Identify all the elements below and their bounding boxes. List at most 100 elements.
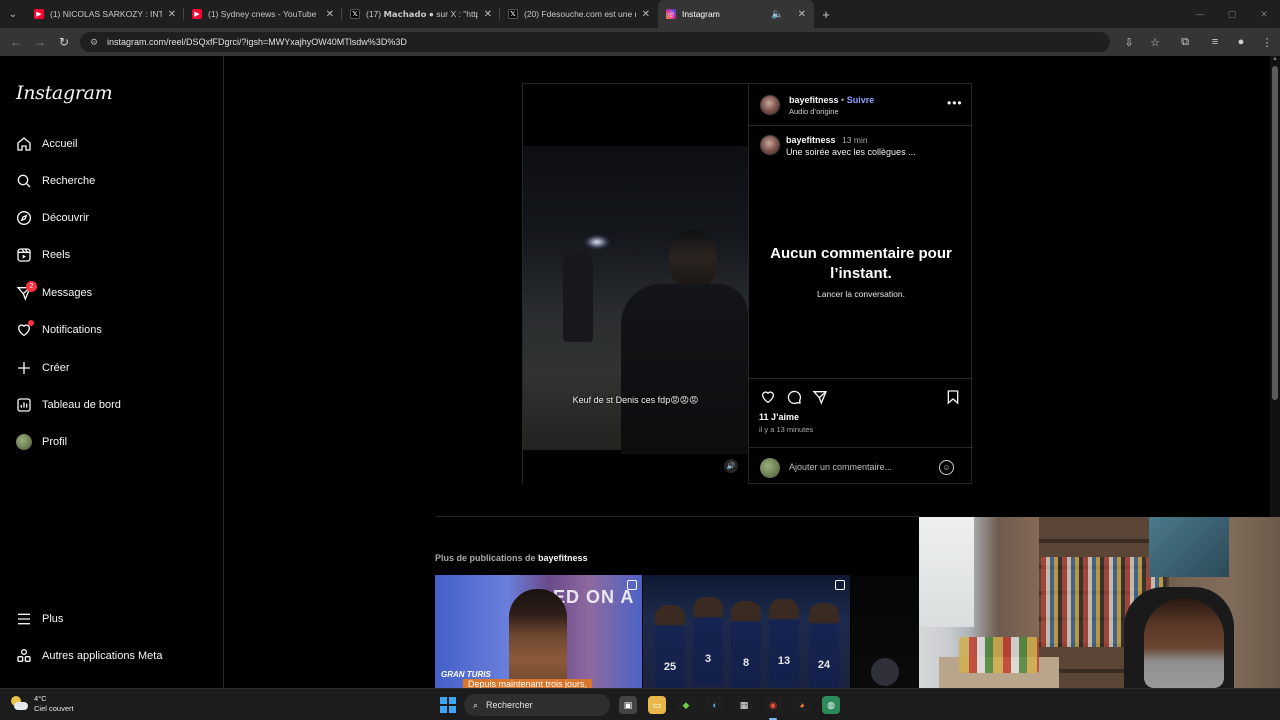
original-audio-link[interactable]: Audio d’origine	[789, 107, 839, 116]
close-icon[interactable]: ✕	[168, 9, 176, 20]
mute-icon[interactable]: 🔊	[724, 459, 738, 473]
messages-badge: 2	[26, 281, 37, 292]
scrollbar-thumb[interactable]	[1272, 66, 1278, 400]
like-icon[interactable]	[760, 389, 776, 405]
post-actions: 11 J’aime il y a 13 minutes Ajouter un c…	[749, 378, 973, 484]
extensions-icon[interactable]: ⧉	[1168, 36, 1202, 49]
scroll-up-icon[interactable]: ▲	[1272, 56, 1278, 62]
post-thumbnail[interactable]	[851, 575, 919, 688]
more-posts-prefix: Plus de publications de	[435, 553, 536, 563]
username-link[interactable]: bayefitness	[789, 95, 839, 105]
comment-input[interactable]: Ajouter un commentaire...	[789, 462, 892, 472]
chrome-icon[interactable]: ◉	[764, 696, 782, 714]
webcam-bottles	[959, 637, 1039, 673]
tab-search-icon[interactable]: ⌄	[0, 0, 26, 28]
install-app-icon[interactable]: ⇩	[1116, 36, 1142, 49]
bookmark-star-icon[interactable]: ☆	[1142, 36, 1168, 49]
menu-icon	[16, 611, 32, 627]
more-options-icon[interactable]: •••	[947, 96, 963, 110]
sidebar-item-recherche[interactable]: Recherche	[16, 169, 95, 193]
avatar	[760, 458, 780, 478]
obs-icon[interactable]: ◍	[822, 696, 840, 714]
post-side-panel: bayefitness • Suivre Audio d’origine •••…	[748, 84, 973, 484]
close-icon[interactable]: ✕	[798, 9, 806, 20]
tab-fdesouche[interactable]: 𝕏 (20) Fdesouche.com est une rev ✕	[500, 0, 658, 28]
task-view-icon[interactable]: ▣	[619, 696, 637, 714]
search-icon	[16, 173, 32, 189]
share-icon[interactable]	[812, 389, 828, 405]
sidebar-item-notifications[interactable]: Notifications	[16, 318, 102, 342]
tab-machado[interactable]: 𝕏 (17) 𝗠𝗮𝗰𝗵𝗮𝗱𝗼 ● sur X : "https: ✕	[342, 0, 500, 28]
plus-icon	[16, 360, 32, 376]
sidebar-item-reels[interactable]: Reels	[16, 243, 70, 267]
username-link[interactable]: bayefitness	[786, 135, 836, 145]
follow-button[interactable]: Suivre	[847, 95, 875, 105]
file-explorer-icon[interactable]: ▭	[648, 696, 666, 714]
sidebar-item-decouvrir[interactable]: Découvrir	[16, 206, 89, 230]
comment-icon[interactable]	[786, 389, 802, 405]
sidebar-item-meta-apps[interactable]: Autres applications Meta	[16, 644, 162, 668]
close-icon[interactable]: ✕	[484, 9, 492, 20]
windows-start-icon[interactable]	[440, 697, 456, 713]
sidebar-item-creer[interactable]: Créer	[16, 356, 70, 380]
close-icon[interactable]: ✕	[642, 9, 650, 20]
browser-menu-icon[interactable]: ⋮	[1254, 36, 1280, 49]
youtube-icon: ▶	[34, 9, 44, 19]
taskbar-search[interactable]: ⌕ Rechercher	[464, 694, 610, 716]
jersey-number: 3	[704, 653, 712, 665]
reload-icon[interactable]: ↻	[52, 35, 76, 49]
video-background-person	[563, 252, 593, 342]
site-info-icon[interactable]: ⚙	[90, 37, 100, 47]
minimize-icon[interactable]: —	[1184, 9, 1216, 19]
store-icon[interactable]: ▦	[735, 696, 753, 714]
post-caption: Une soirée avec les collègues ...	[786, 147, 916, 157]
avatar	[16, 434, 32, 450]
post-header: bayefitness • Suivre Audio d’origine •••	[749, 84, 973, 126]
more-posts-heading: Plus de publications de bayefitness	[435, 553, 588, 563]
tab-sarkozy[interactable]: ▶ (1) NICOLAS SARKOZY : INTERV ✕	[26, 0, 184, 28]
forward-icon[interactable]: →	[28, 35, 52, 49]
sidebar-item-plus[interactable]: Plus	[16, 607, 63, 631]
edge-icon[interactable]: ◐	[706, 696, 724, 714]
thumbnail-player: 3	[693, 597, 723, 685]
section-divider	[435, 516, 919, 517]
username-link[interactable]: bayefitness	[538, 553, 588, 563]
avatar[interactable]	[760, 135, 780, 155]
url-text: instagram.com/reel/DSQxfFDgrci/?igsh=MWY…	[107, 37, 407, 47]
sidebar-item-label: Tableau de bord	[42, 399, 121, 411]
webcam-poster	[1149, 517, 1229, 577]
likes-count[interactable]: 11 J’aime	[759, 412, 799, 422]
nvidia-icon[interactable]: ◆	[677, 696, 695, 714]
url-input[interactable]: ⚙ instagram.com/reel/DSQxfFDgrci/?igsh=M…	[80, 32, 1110, 52]
reel-indicator-icon	[835, 580, 845, 590]
avatar[interactable]	[760, 95, 780, 115]
sidebar: Instagram Accueil Recherche Découvrir Re…	[0, 56, 224, 688]
sidebar-item-accueil[interactable]: Accueil	[16, 132, 77, 156]
profile-icon[interactable]: ●	[1228, 36, 1254, 49]
close-window-icon[interactable]: ✕	[1248, 9, 1280, 20]
post-thumbnail[interactable]: 25 3 8 13 24	[643, 575, 850, 688]
sidebar-item-label: Plus	[42, 613, 64, 625]
jersey-number: 25	[663, 661, 677, 673]
sidebar-item-messages[interactable]: 2 Messages	[16, 281, 92, 305]
sidebar-item-profil[interactable]: Profil	[16, 430, 67, 454]
back-icon[interactable]: ←	[4, 35, 28, 49]
tab-sydney-cnews[interactable]: ▶ (1) Sydney cnews - YouTube ✕	[184, 0, 342, 28]
x-icon: 𝕏	[508, 9, 518, 19]
address-bar-row: ← → ↻ ⚙ instagram.com/reel/DSQxfFDgrci/?…	[0, 28, 1280, 56]
maximize-icon[interactable]: ▢	[1216, 9, 1248, 20]
save-icon[interactable]	[945, 389, 961, 405]
close-icon[interactable]: ✕	[326, 9, 334, 20]
emoji-icon[interactable]: ☺	[939, 460, 954, 475]
firefox-icon[interactable]: ◕	[793, 696, 811, 714]
tab-instagram[interactable]: ◎ Instagram 🔈 ✕	[658, 0, 814, 28]
instagram-logo[interactable]: Instagram	[16, 82, 113, 104]
reel-video[interactable]: Keuf de st Denis ces fdp😡😡😡 🔊	[523, 84, 748, 484]
speaker-icon[interactable]: 🔈	[771, 9, 783, 20]
post-thumbnail[interactable]: ED ON A GRAN TURIS Depuis maintenant tro…	[435, 575, 642, 688]
weather-widget[interactable]: 4°C Ciel couvert	[10, 694, 74, 714]
new-tab-button[interactable]: +	[814, 7, 838, 22]
sidebar-item-tableau-de-bord[interactable]: Tableau de bord	[16, 393, 121, 417]
sidebar-item-label: Messages	[42, 287, 93, 299]
reading-list-icon[interactable]: ≡	[1202, 36, 1228, 49]
